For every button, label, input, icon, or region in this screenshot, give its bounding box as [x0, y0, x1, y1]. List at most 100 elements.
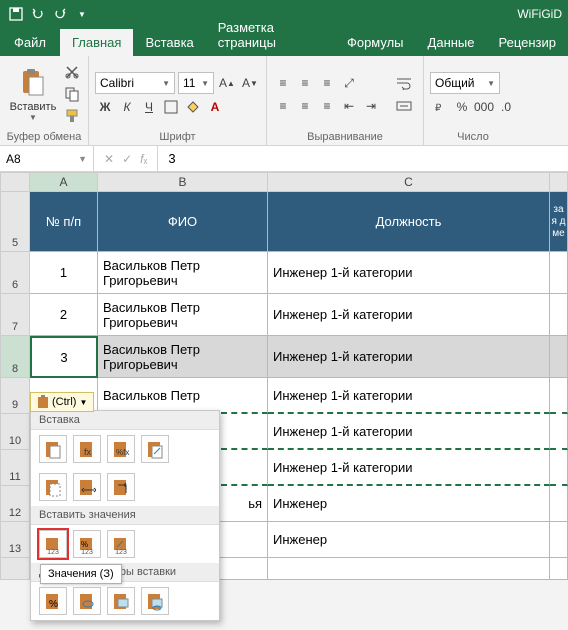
- paste-options-button[interactable]: (Ctrl) ▼: [30, 392, 94, 412]
- comma-icon[interactable]: 000: [474, 97, 494, 117]
- row-header[interactable]: 10: [0, 414, 30, 450]
- cell[interactable]: Должность: [268, 192, 550, 252]
- indent-increase-icon[interactable]: ⇥: [361, 96, 381, 116]
- align-right-icon[interactable]: ≡: [317, 96, 337, 116]
- cell[interactable]: № п/п: [30, 192, 98, 252]
- align-bottom-icon[interactable]: ≡: [317, 73, 337, 93]
- cell[interactable]: Васильков Петр Григорьевич: [98, 252, 268, 294]
- cell[interactable]: Инженер 1-й категории: [268, 378, 550, 414]
- row-header[interactable]: [0, 558, 30, 580]
- tab-data[interactable]: Данные: [416, 29, 487, 56]
- cell[interactable]: 1: [30, 252, 98, 294]
- cell[interactable]: [268, 558, 550, 580]
- row-header[interactable]: 8: [0, 336, 30, 378]
- paste-picture-icon[interactable]: [107, 587, 135, 615]
- cell[interactable]: ФИО: [98, 192, 268, 252]
- cell[interactable]: Инженер 1-й категории: [268, 414, 550, 450]
- font-size-combo[interactable]: 11▼: [178, 72, 214, 94]
- cell[interactable]: [550, 522, 568, 558]
- font-color-button[interactable]: A: [205, 97, 225, 117]
- align-left-icon[interactable]: ≡: [273, 96, 293, 116]
- cancel-icon[interactable]: ✕: [104, 152, 114, 166]
- cell[interactable]: за я д ме: [550, 192, 568, 252]
- col-header-C[interactable]: C: [268, 172, 550, 192]
- paste-formulas-icon[interactable]: fx: [73, 435, 101, 463]
- tab-formulas[interactable]: Формулы: [335, 29, 416, 56]
- italic-button[interactable]: К: [117, 97, 137, 117]
- paste-keep-source-icon[interactable]: [141, 435, 169, 463]
- cell[interactable]: [550, 252, 568, 294]
- paste-button[interactable]: Вставить ▼: [6, 67, 60, 122]
- redo-icon[interactable]: [52, 6, 68, 22]
- tab-home[interactable]: Главная: [60, 29, 133, 56]
- percent-icon[interactable]: %: [452, 97, 472, 117]
- orientation-icon[interactable]: ⤢: [339, 73, 359, 93]
- paste-values-icon[interactable]: 123: [39, 530, 67, 558]
- cell[interactable]: Инженер: [268, 486, 550, 522]
- bold-button[interactable]: Ж: [95, 97, 115, 117]
- cell[interactable]: [550, 336, 568, 378]
- number-format-combo[interactable]: Общий▼: [430, 72, 500, 94]
- tab-insert[interactable]: Вставка: [133, 29, 205, 56]
- paste-link-icon[interactable]: [73, 587, 101, 615]
- cell[interactable]: Инженер 1-й категории: [268, 336, 550, 378]
- col-header-B[interactable]: B: [98, 172, 268, 192]
- currency-icon[interactable]: ₽: [430, 97, 450, 117]
- name-box[interactable]: A8▼: [0, 146, 94, 171]
- cell[interactable]: 2: [30, 294, 98, 336]
- align-middle-icon[interactable]: ≡: [295, 73, 315, 93]
- align-top-icon[interactable]: ≡: [273, 73, 293, 93]
- function-icon[interactable]: fₓ: [140, 152, 147, 166]
- paste-transpose-icon[interactable]: [107, 473, 135, 501]
- qat-dropdown-icon[interactable]: ▼: [74, 6, 90, 22]
- indent-decrease-icon[interactable]: ⇤: [339, 96, 359, 116]
- paste-values-source-icon[interactable]: 123: [107, 530, 135, 558]
- tab-review[interactable]: Рецензир: [487, 29, 568, 56]
- cell[interactable]: Инженер 1-й категории: [268, 450, 550, 486]
- paste-keep-width-icon[interactable]: [73, 473, 101, 501]
- format-painter-icon[interactable]: [64, 108, 82, 126]
- cell[interactable]: [550, 378, 568, 414]
- cell[interactable]: [550, 294, 568, 336]
- col-header-A[interactable]: A: [30, 172, 98, 192]
- fill-color-button[interactable]: [183, 97, 203, 117]
- tab-layout[interactable]: Разметка страницы: [206, 14, 335, 56]
- save-icon[interactable]: [8, 6, 24, 22]
- align-center-icon[interactable]: ≡: [295, 96, 315, 116]
- cell[interactable]: Инженер 1-й категории: [268, 252, 550, 294]
- row-header[interactable]: 7: [0, 294, 30, 336]
- merge-button[interactable]: [391, 96, 417, 116]
- row-header[interactable]: 9: [0, 378, 30, 414]
- row-header[interactable]: 6: [0, 252, 30, 294]
- increase-decimal-icon[interactable]: .0: [496, 97, 516, 117]
- paste-formatting-icon[interactable]: %: [39, 587, 67, 615]
- paste-values-number-icon[interactable]: %123: [73, 530, 101, 558]
- cell[interactable]: Инженер 1-й категории: [268, 294, 550, 336]
- cell[interactable]: Инженер: [268, 522, 550, 558]
- cell[interactable]: [550, 450, 568, 486]
- paste-no-borders-icon[interactable]: [39, 473, 67, 501]
- undo-icon[interactable]: [30, 6, 46, 22]
- tab-file[interactable]: Файл: [0, 29, 60, 56]
- cut-icon[interactable]: [64, 64, 82, 82]
- row-header[interactable]: 5: [0, 192, 30, 252]
- copy-icon[interactable]: [64, 86, 82, 104]
- cell[interactable]: [550, 558, 568, 580]
- paste-all-icon[interactable]: [39, 435, 67, 463]
- row-header[interactable]: 12: [0, 486, 30, 522]
- underline-button[interactable]: Ч: [139, 97, 159, 117]
- wrap-text-button[interactable]: [391, 73, 417, 93]
- col-header-next[interactable]: [550, 172, 568, 192]
- enter-icon[interactable]: ✓: [122, 152, 132, 166]
- cell[interactable]: Васильков Петр Григорьевич: [98, 294, 268, 336]
- cell[interactable]: [550, 414, 568, 450]
- paste-formulas-number-icon[interactable]: %fx: [107, 435, 135, 463]
- border-button[interactable]: [161, 97, 181, 117]
- row-header[interactable]: 11: [0, 450, 30, 486]
- font-name-combo[interactable]: Calibri▼: [95, 72, 175, 94]
- cell[interactable]: Васильков Петр Григорьевич: [98, 336, 268, 378]
- cell[interactable]: Васильков Петр: [98, 378, 268, 414]
- active-cell[interactable]: 3: [30, 336, 98, 378]
- row-header[interactable]: 13: [0, 522, 30, 558]
- paste-linked-picture-icon[interactable]: [141, 587, 169, 615]
